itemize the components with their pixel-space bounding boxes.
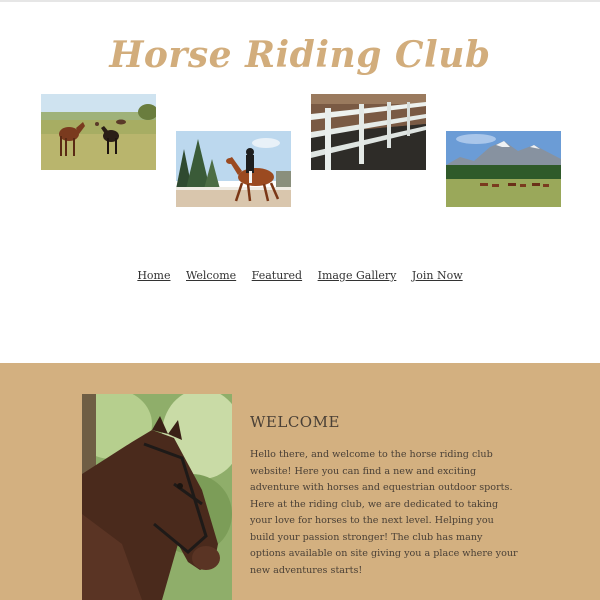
- horse-portrait-photo: [82, 394, 232, 600]
- nav-featured-link[interactable]: Featured: [252, 269, 302, 282]
- welcome-body-text: Hello there, and welcome to the horse ri…: [250, 449, 518, 576]
- welcome-heading: WELCOME: [250, 413, 340, 431]
- site-title: Horse Riding Club: [109, 34, 491, 76]
- top-border: [0, 0, 600, 2]
- horses-grazing-photo: [41, 94, 156, 170]
- nav-home-link[interactable]: Home: [137, 269, 170, 282]
- welcome-section: WELCOME Hello there, and welcome to the …: [0, 363, 600, 600]
- mountain-herd-photo: [446, 131, 561, 207]
- nav-welcome-link[interactable]: Welcome: [186, 269, 236, 282]
- fence-paddock-photo: [311, 94, 426, 170]
- nav-image-gallery-link[interactable]: Image Gallery: [318, 269, 397, 282]
- nav-join-now-link[interactable]: Join Now: [412, 269, 463, 282]
- main-nav: Home Welcome Featured Image Gallery Join…: [0, 269, 600, 282]
- dressage-rider-photo: [176, 131, 291, 207]
